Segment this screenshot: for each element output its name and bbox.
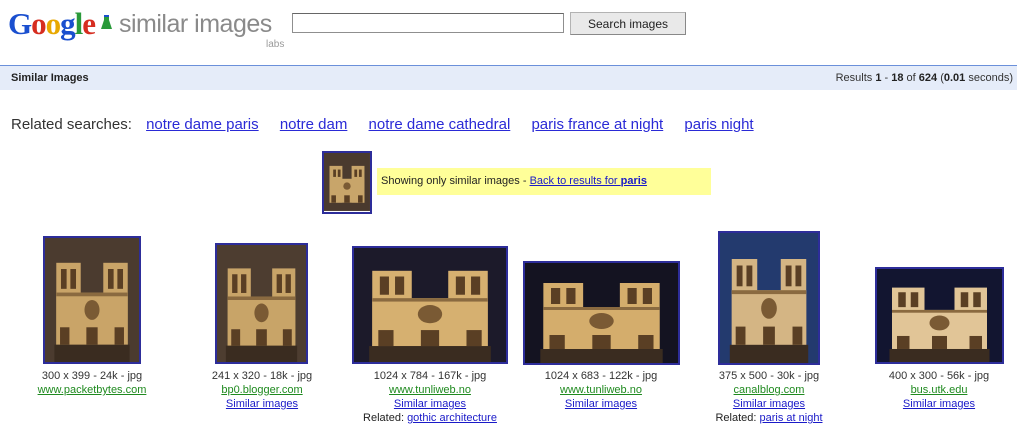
result-site-link[interactable]: www.tunliweb.no	[511, 383, 691, 397]
cathedral-image	[217, 245, 306, 362]
result-meta: 300 x 399 - 24k - jpg www.packetbytes.com	[2, 369, 182, 397]
search-input[interactable]	[292, 13, 564, 33]
results-time-open: (	[937, 72, 944, 84]
cathedral-image	[720, 233, 818, 363]
results-total: 624	[918, 72, 938, 84]
logo-letter: o	[31, 6, 46, 41]
related-searches-label: Related searches:	[11, 116, 132, 133]
result-related-link[interactable]: gothic architecture	[407, 412, 497, 424]
result-meta: 1024 x 784 - 167k - jpg www.tunliweb.no Si…	[340, 369, 520, 425]
result-dimensions: 300 x 399 - 24k - jpg	[41, 370, 143, 382]
results-to: 18	[891, 72, 904, 84]
results-count: Results 1 - 18 of 624 (0.01 seconds)	[836, 72, 1013, 84]
logo-labs: labs	[266, 39, 285, 50]
results-bar: Similar Images Results 1 - 18 of 624 (0.…	[0, 65, 1017, 90]
query-image-thumbnail[interactable]	[322, 151, 372, 214]
cathedral-image	[324, 153, 370, 211]
logo-subtitle: similar images	[119, 10, 272, 38]
related-searches: Related searches: notre dame paris notre…	[11, 116, 771, 133]
result-dimensions: 400 x 300 - 56k - jpg	[888, 370, 990, 382]
cathedral-image	[354, 248, 506, 362]
back-link-term: paris	[620, 175, 647, 187]
similar-images-link[interactable]: Similar images	[511, 397, 691, 411]
cathedral-image	[525, 263, 678, 363]
logo-letter: G	[8, 6, 32, 41]
results-sep: -	[881, 72, 892, 84]
result-thumbnail[interactable]	[352, 246, 508, 364]
cathedral-image	[877, 269, 1002, 362]
labs-flask-icon	[101, 15, 112, 29]
logo-letter: o	[45, 6, 61, 41]
result-site-link[interactable]: canalblog.com	[679, 383, 859, 397]
result-meta: 400 x 300 - 56k - jpg bus.utk.edu Similar …	[849, 369, 1017, 411]
result-related-link[interactable]: paris at night	[760, 412, 823, 424]
related-search-link[interactable]: notre dame paris	[146, 116, 259, 133]
search-images-button[interactable]: Search images	[570, 12, 686, 35]
google-wordmark: Google	[8, 6, 96, 42]
result-meta: 375 x 500 - 30k - jpg canalblog.com Simila…	[679, 369, 859, 425]
result-dimensions: 1024 x 784 - 167k - jpg	[373, 370, 487, 382]
results-of: of	[903, 72, 919, 84]
related-search-link[interactable]: paris france at night	[531, 116, 663, 133]
result-thumbnail[interactable]	[215, 243, 308, 364]
result-dimensions: 1024 x 683 - 122k - jpg	[544, 370, 658, 382]
similar-images-link[interactable]: Similar images	[340, 397, 520, 411]
result-site-link[interactable]: www.tunliweb.no	[340, 383, 520, 397]
result-site-link[interactable]: www.packetbytes.com	[2, 383, 182, 397]
google-similar-images-logo[interactable]: Google similar images labs	[8, 6, 298, 50]
result-thumbnail[interactable]	[875, 267, 1004, 364]
similar-images-link[interactable]: Similar images	[849, 397, 1017, 411]
result-related-label: Related:	[715, 412, 760, 424]
similar-images-notice: Showing only similar images - Back to re…	[377, 168, 711, 195]
result-meta: 1024 x 683 - 122k - jpg www.tunliweb.no Si…	[511, 369, 691, 411]
result-thumbnail[interactable]	[43, 236, 141, 364]
result-related: Related: gothic architecture	[340, 411, 520, 425]
results-time: 0.01	[943, 72, 966, 84]
similar-images-link[interactable]: Similar images	[679, 397, 859, 411]
back-link-prefix: Back to results for	[529, 175, 621, 187]
result-thumbnail[interactable]	[523, 261, 680, 365]
result-dimensions: 375 x 500 - 30k - jpg	[718, 370, 820, 382]
logo-letter: l	[74, 6, 84, 41]
related-search-link[interactable]: paris night	[684, 116, 753, 133]
section-title: Similar Images	[11, 72, 89, 84]
result-site-link[interactable]: bp0.blogger.com	[172, 383, 352, 397]
logo-letter: e	[82, 6, 96, 41]
result-site-link[interactable]: bus.utk.edu	[849, 383, 1017, 397]
related-search-link[interactable]: notre dame cathedral	[369, 116, 511, 133]
result-thumbnail[interactable]	[718, 231, 820, 365]
result-meta: 241 x 320 - 18k - jpg bp0.blogger.com Simi…	[172, 369, 352, 411]
related-search-link[interactable]: notre dam	[280, 116, 348, 133]
result-dimensions: 241 x 320 - 18k - jpg	[211, 370, 313, 382]
result-related: Related: paris at night	[679, 411, 859, 425]
cathedral-image	[45, 238, 139, 362]
result-related-label: Related:	[363, 412, 408, 424]
notice-text: Showing only similar images -	[381, 175, 530, 187]
results-time-close: seconds)	[965, 72, 1013, 84]
similar-images-link[interactable]: Similar images	[172, 397, 352, 411]
back-to-results-link[interactable]: Back to results for paris	[530, 175, 647, 187]
logo-letter: g	[60, 6, 75, 41]
results-prefix: Results	[835, 72, 876, 84]
